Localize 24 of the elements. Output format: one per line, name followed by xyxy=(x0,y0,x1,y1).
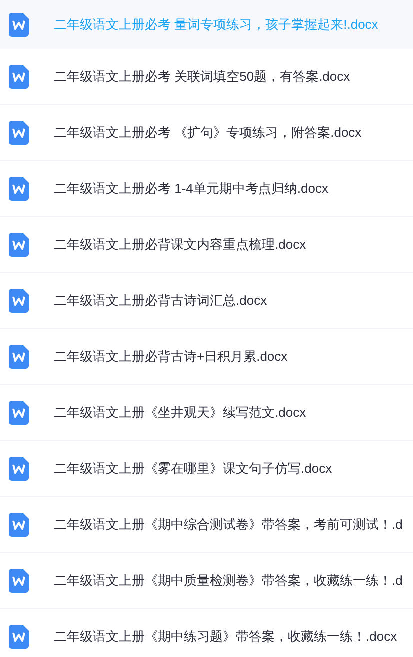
file-name: 二年级语文上册《期中质量检测卷》带答案，收藏练一练！.d xyxy=(54,572,403,590)
word-document-icon xyxy=(9,400,29,424)
file-name: 二年级语文上册必考 《扩句》专项练习，附答案.docx xyxy=(54,124,362,142)
word-document-icon xyxy=(9,624,29,648)
file-name: 二年级语文上册《期中练习题》带答案，收藏练一练！.docx xyxy=(54,628,398,646)
word-document-icon xyxy=(9,512,29,536)
file-name: 二年级语文上册必背古诗+日积月累.docx xyxy=(54,348,288,366)
file-name: 二年级语文上册必背课文内容重点梳理.docx xyxy=(54,236,306,254)
word-document-icon xyxy=(9,568,29,592)
file-name: 二年级语文上册必背古诗词汇总.docx xyxy=(54,292,268,310)
word-document-icon xyxy=(9,288,29,312)
word-document-icon xyxy=(9,456,29,480)
file-name: 二年级语文上册必考 1-4单元期中考点归纳.docx xyxy=(54,180,328,198)
word-document-icon xyxy=(9,232,29,256)
file-name: 二年级语文上册必考 量词专项练习，孩子掌握起来!.docx xyxy=(54,16,378,34)
word-document-icon xyxy=(9,344,29,368)
word-document-icon xyxy=(9,120,29,144)
file-name: 二年级语文上册《雾在哪里》课文句子仿写.docx xyxy=(54,460,332,478)
file-name: 二年级语文上册《坐井观天》续写范文.docx xyxy=(54,404,306,422)
file-name: 二年级语文上册《期中综合测试卷》带答案，考前可测试！.d xyxy=(54,516,403,534)
word-document-icon xyxy=(9,64,29,88)
word-document-icon xyxy=(9,176,29,200)
file-name: 二年级语文上册必考 关联词填空50题，有答案.docx xyxy=(54,68,350,86)
word-document-icon xyxy=(9,12,29,36)
